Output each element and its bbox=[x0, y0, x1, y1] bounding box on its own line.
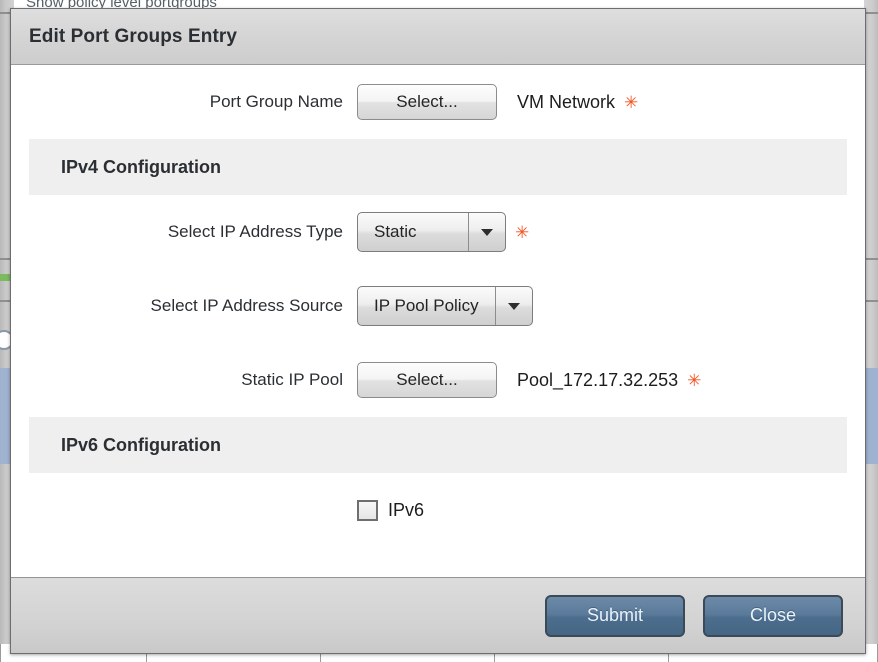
submit-button[interactable]: Submit bbox=[545, 594, 685, 637]
background-cell-divider bbox=[0, 644, 1, 662]
section-ipv4-title: IPv4 Configuration bbox=[61, 156, 222, 177]
port-group-name-label: Port Group Name bbox=[209, 92, 343, 111]
chevron-down-icon[interactable] bbox=[494, 287, 532, 325]
ip-address-source-controls: IP Pool Policy bbox=[357, 286, 533, 326]
arrow-down-glyph bbox=[481, 228, 493, 236]
required-asterisk-icon: ✳ bbox=[624, 92, 639, 112]
dialog-title: Edit Port Groups Entry bbox=[29, 25, 238, 47]
row-port-group-name: Port Group Name Select... VM Network ✳ bbox=[11, 65, 865, 139]
ip-address-source-value: IP Pool Policy bbox=[374, 296, 479, 315]
ip-address-source-dropdown[interactable]: IP Pool Policy bbox=[357, 286, 533, 326]
chevron-down-icon[interactable] bbox=[468, 213, 505, 251]
dialog-titlebar: Edit Port Groups Entry bbox=[11, 9, 865, 65]
static-ip-pool-select-button[interactable]: Select... bbox=[357, 362, 497, 398]
background-rule bbox=[864, 258, 878, 260]
ip-address-type-value: Static bbox=[374, 222, 417, 241]
background-panel bbox=[864, 368, 878, 464]
background-right-strip bbox=[864, 0, 878, 662]
static-ip-pool-controls: Select... Pool_172.17.32.253 ✳ bbox=[357, 362, 701, 398]
static-ip-pool-value: Pool_172.17.32.253 bbox=[517, 369, 679, 390]
close-button[interactable]: Close bbox=[703, 594, 843, 637]
row-ipv6-checkbox: IPv6 bbox=[11, 473, 865, 547]
ip-address-type-label: Select IP Address Type bbox=[167, 222, 343, 241]
section-ipv6-configuration: IPv6 Configuration bbox=[29, 417, 847, 473]
section-ipv6-title: IPv6 Configuration bbox=[61, 434, 222, 455]
ip-address-type-dropdown[interactable]: Static bbox=[357, 212, 506, 252]
row-ip-address-type: Select IP Address Type Static ✳ bbox=[11, 195, 865, 269]
required-asterisk-icon: ✳ bbox=[515, 222, 530, 242]
arrow-down-glyph bbox=[507, 302, 520, 310]
dialog-footer: Submit Close bbox=[11, 577, 865, 653]
static-ip-pool-label: Static IP Pool bbox=[241, 370, 343, 389]
ip-address-source-label: Select IP Address Source bbox=[150, 296, 343, 315]
section-ipv4-configuration: IPv4 Configuration bbox=[29, 139, 847, 195]
edit-port-groups-dialog: Edit Port Groups Entry Port Group Name S… bbox=[10, 8, 866, 654]
row-static-ip-pool: Static IP Pool Select... Pool_172.17.32.… bbox=[11, 343, 865, 417]
row-ip-address-source: Select IP Address Source IP Pool Policy bbox=[11, 269, 865, 343]
background-rule bbox=[864, 300, 878, 302]
ipv6-checkbox[interactable] bbox=[357, 499, 378, 521]
port-group-name-controls: Select... VM Network ✳ bbox=[357, 84, 638, 120]
ipv6-checkbox-label: IPv6 bbox=[388, 499, 425, 520]
ip-address-type-controls: Static ✳ bbox=[357, 212, 529, 252]
required-asterisk-icon: ✳ bbox=[687, 370, 702, 390]
dialog-body: Port Group Name Select... VM Network ✳ I… bbox=[11, 65, 865, 577]
port-group-name-value: VM Network bbox=[517, 91, 616, 112]
port-group-name-select-button[interactable]: Select... bbox=[357, 84, 497, 120]
